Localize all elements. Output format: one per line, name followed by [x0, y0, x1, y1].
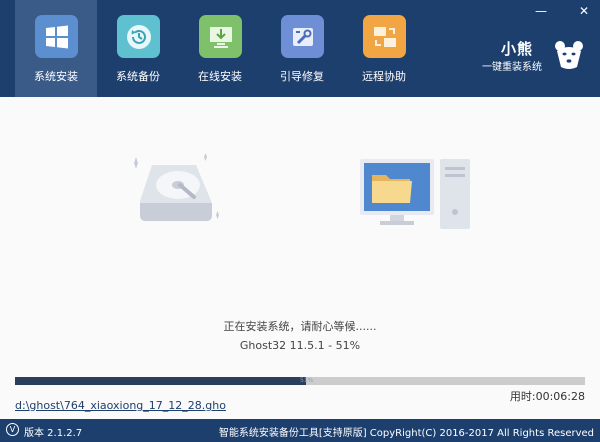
hard-disk-icon: [134, 153, 219, 221]
close-button[interactable]: ✕: [576, 4, 592, 18]
elapsed-time: 用时:00:06:28: [509, 390, 585, 403]
brand-slogan: 一键重装系统: [482, 62, 542, 73]
bear-logo-icon: [553, 39, 585, 71]
nav-item-system-backup[interactable]: 系统备份: [97, 0, 179, 97]
remote-assist-icon: [363, 15, 406, 58]
nav-item-boot-repair[interactable]: 引导修复: [261, 0, 343, 97]
install-progress-bar: 51%: [15, 377, 585, 385]
nav-label: 引导修复: [280, 70, 324, 83]
computer-icon: [360, 159, 470, 229]
nav-label: 系统备份: [116, 70, 160, 83]
install-status-text: 正在安装系统，请耐心等候......: [223, 320, 377, 333]
repair-tools-icon: [281, 15, 324, 58]
footer-version: 版本 2.1.2.7: [24, 428, 83, 439]
brand-name: 小熊: [500, 40, 533, 58]
nav-item-remote-assist[interactable]: 远程协助: [343, 0, 425, 97]
main-panel: [0, 97, 600, 419]
nav-label: 远程协助: [362, 70, 406, 83]
nav-label: 系统安装: [34, 70, 78, 83]
footer-copyright: 智能系统安装备份工具[支持原版] CopyRight(C) 2016-2017 …: [218, 428, 594, 439]
version-icon: V: [6, 423, 19, 436]
progress-fill: [15, 377, 306, 385]
nav-label: 在线安装: [198, 70, 242, 83]
progress-percent-label: 51%: [300, 377, 314, 384]
ghost-progress-text: Ghost32 11.5.1 - 51%: [239, 339, 361, 352]
download-icon: [199, 15, 242, 58]
ghost-file-path-link[interactable]: d:\ghost\764_xiaoxiong_17_12_28.gho: [15, 399, 226, 412]
backup-restore-icon: [117, 15, 160, 58]
nav-item-system-install[interactable]: 系统安装: [15, 0, 97, 97]
windows-icon: [35, 15, 78, 58]
footer-bar: V 版本 2.1.2.7 智能系统安装备份工具[支持原版] CopyRight(…: [0, 419, 600, 442]
minimize-button[interactable]: —: [533, 4, 549, 18]
nav-item-online-install[interactable]: 在线安装: [179, 0, 261, 97]
header-bar: 系统安装 系统备份 在线安装 引导修复 远程协助 — ✕ 小熊 一键重装系统: [0, 0, 600, 97]
